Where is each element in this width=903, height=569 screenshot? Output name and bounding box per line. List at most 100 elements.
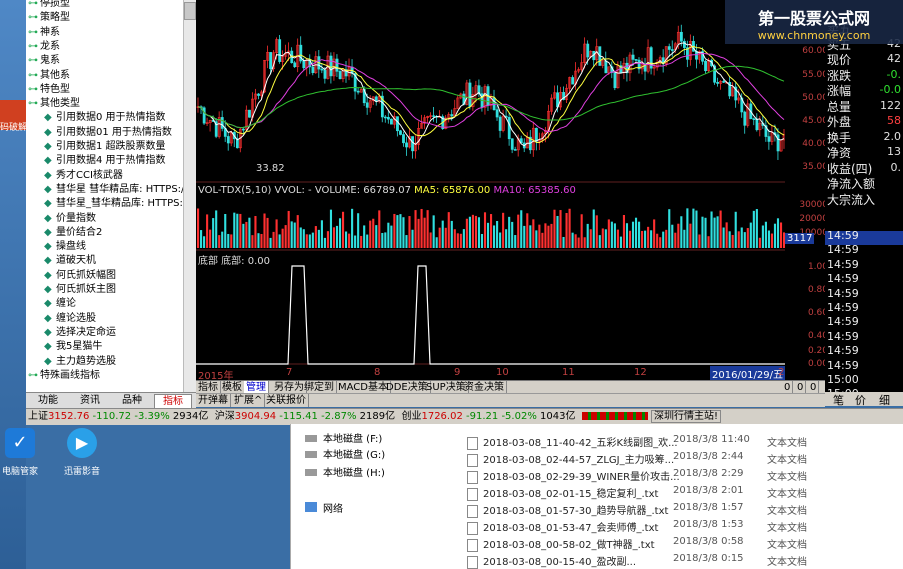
volume-bar bbox=[695, 210, 698, 248]
file-row[interactable]: 2018-03-08_02-29-39_WINER量价攻击... bbox=[467, 468, 680, 484]
quote-field-value: -0. bbox=[886, 67, 901, 81]
tree-item[interactable]: ◆ 引用数据0 用于热情指数 bbox=[44, 111, 166, 125]
server-status[interactable]: 深圳行情主站! bbox=[651, 410, 722, 423]
tree-item[interactable]: ◆ 我5星猫牛 bbox=[44, 340, 102, 354]
file-row[interactable]: 2018-03-08_00-15-40_盈改副... bbox=[467, 553, 636, 569]
volume-bar bbox=[381, 232, 384, 248]
indicator-icon: ◆ bbox=[44, 226, 52, 238]
tree-item[interactable]: ⊶ 神系 bbox=[28, 26, 60, 40]
tree-item[interactable]: ◆ 操盘线 bbox=[44, 240, 86, 254]
tree-item[interactable]: ◆ 引用数据01 用于热情指数 bbox=[44, 126, 172, 140]
tree-item[interactable]: ◆ 道破天机 bbox=[44, 254, 96, 268]
file-explorer: 本地磁盘 (F:) 本地磁盘 (G:) 本地磁盘 (H:) 网络 2018-03… bbox=[290, 424, 903, 569]
barrage-button[interactable]: 开弹幕 bbox=[196, 394, 231, 407]
volume-bar bbox=[287, 210, 290, 248]
tree-item-label: 特殊画线指标 bbox=[40, 369, 100, 381]
tree-item[interactable]: ⊶ 特色型 bbox=[28, 83, 70, 97]
tree-item[interactable]: ⊶ 龙系 bbox=[28, 40, 60, 54]
volume-bar bbox=[529, 225, 532, 248]
tree-item[interactable]: ◆ 彗华星 彗华精品库: HTTPS:/ bbox=[44, 183, 183, 197]
linked-quote-button[interactable]: 关联报价 bbox=[264, 394, 309, 407]
volume-bar bbox=[293, 222, 296, 248]
tree-item[interactable]: ◆ 价量指数 bbox=[44, 212, 96, 226]
volume-bar bbox=[254, 216, 257, 248]
tab-news[interactable]: 资讯 bbox=[72, 394, 108, 408]
volume-bar bbox=[221, 231, 224, 248]
desktop-background bbox=[0, 0, 26, 569]
volume-bar bbox=[369, 220, 372, 248]
desktop-icon-xunlei[interactable]: ▶ 迅雷影音 bbox=[58, 428, 106, 477]
shield-icon: ✓ bbox=[5, 428, 35, 458]
tree-scrollbar[interactable] bbox=[183, 0, 197, 392]
tree-item[interactable]: ⊶ 其他类型 bbox=[28, 97, 80, 111]
file-row[interactable]: 2018-03-08_11-40-42_五彩K线副图_欢... bbox=[467, 434, 678, 450]
volume-bar bbox=[755, 209, 758, 248]
chart-toolbar: 开弹幕 扩展^ 关联报价 bbox=[196, 393, 825, 407]
hs-change: -115.41 bbox=[279, 411, 318, 422]
volume-bar bbox=[305, 234, 308, 248]
tree-item[interactable]: ⊶ 策略型 bbox=[28, 11, 70, 25]
desktop-icon-pc-manager[interactable]: ✓ 电脑管家 bbox=[0, 428, 40, 477]
file-row[interactable]: 2018-03-08_01-57-30_趋势导航器_.txt bbox=[467, 502, 668, 518]
tab-symbols[interactable]: 品种 bbox=[114, 394, 150, 408]
candle-body bbox=[278, 39, 282, 62]
tab-trades[interactable]: 笔 bbox=[833, 392, 844, 408]
volume-bar bbox=[580, 214, 583, 248]
tree-item[interactable]: ◆ 何氏抓妖主图 bbox=[44, 283, 116, 297]
drive-item[interactable]: 本地磁盘 (G:) bbox=[305, 446, 385, 461]
expand-button[interactable]: 扩展^ bbox=[232, 394, 266, 407]
drive-item[interactable]: 本地磁盘 (H:) bbox=[305, 464, 385, 479]
candle-body bbox=[679, 31, 683, 42]
tree-item[interactable]: ◆ 引用数据4 用于热情指数 bbox=[44, 154, 166, 168]
volume-bar bbox=[674, 232, 677, 248]
volume-bar bbox=[363, 225, 366, 248]
file-row[interactable]: 2018-03-08_01-53-47_会卖师傅_.txt bbox=[467, 519, 658, 535]
tree-item[interactable]: ◆ 秀才CCI核武器 bbox=[44, 169, 123, 183]
volume-bar bbox=[601, 228, 604, 248]
volume-bar bbox=[378, 210, 381, 248]
volume-bar bbox=[535, 230, 538, 248]
file-name: 2018-03-08_02-44-57_ZLGJ_主力吸筹... bbox=[483, 455, 675, 466]
drive-item[interactable]: 本地磁盘 (F:) bbox=[305, 430, 382, 445]
tree-item[interactable]: ◆ 量价结合2 bbox=[44, 226, 102, 240]
tab-price[interactable]: 价 bbox=[855, 392, 866, 408]
volume-bar bbox=[447, 212, 450, 248]
quote-field-value: 122 bbox=[880, 98, 901, 112]
chart-area[interactable]: 33.82 VOL-TDX(5,10) VVOL: - VOLUME: 6678… bbox=[196, 0, 785, 380]
volume-bar bbox=[671, 224, 674, 248]
tree-item-label: 选择决定命运 bbox=[56, 326, 116, 338]
tree-scrollbar-thumb[interactable] bbox=[184, 2, 196, 20]
tree-item-label: 量价结合2 bbox=[56, 226, 103, 238]
file-row[interactable]: 2018-03-08_00-58-02_做T神器_.txt bbox=[467, 536, 655, 552]
drive-icon bbox=[305, 435, 317, 442]
candle-body bbox=[534, 127, 538, 142]
file-row[interactable]: 2018-03-08_02-44-57_ZLGJ_主力吸筹... bbox=[467, 451, 674, 467]
cy-value: 1726.02 bbox=[421, 411, 463, 422]
tab-detail[interactable]: 细 bbox=[879, 392, 890, 408]
candle-body bbox=[498, 116, 502, 131]
tab-functions[interactable]: 功能 bbox=[30, 394, 66, 408]
network-item[interactable]: 网络 bbox=[305, 500, 343, 515]
tree-item[interactable]: ⊶ 停损型 bbox=[28, 0, 70, 11]
tree-item[interactable]: ◆ 选择决定命运 bbox=[44, 326, 116, 340]
file-date: 2018/3/8 0:15 bbox=[673, 553, 744, 564]
candle-body bbox=[513, 149, 517, 151]
tree-item[interactable]: ◆ 引用数据1 超跌股票数量 bbox=[44, 140, 166, 154]
hs-value: 3904.94 bbox=[234, 411, 277, 422]
volume-bar bbox=[656, 233, 659, 248]
tree-item[interactable]: ◆ 主力趋势选股 bbox=[44, 355, 116, 369]
tree-item[interactable]: ⊶ 鬼系 bbox=[28, 54, 60, 68]
tree-item[interactable]: ◆ 彗华星_彗华精品库: HTTPS: bbox=[44, 197, 183, 211]
volume-bar bbox=[338, 218, 342, 248]
tick-time: 14:59 bbox=[827, 286, 859, 300]
file-row[interactable]: 2018-03-08_02-01-15_稳定复利_.txt bbox=[467, 485, 658, 501]
network-label: 网络 bbox=[323, 504, 343, 515]
tree-item-label: 我5星猫牛 bbox=[56, 341, 103, 353]
tree-item[interactable]: ◆ 缠论 bbox=[44, 297, 76, 311]
tree-item[interactable]: ⊶ 特殊画线指标 bbox=[28, 369, 100, 383]
tree-item[interactable]: ◆ 缠论选股 bbox=[44, 312, 96, 326]
tree-item[interactable]: ◆ 何氏抓妖幅图 bbox=[44, 269, 116, 283]
tree-item[interactable]: ⊶ 其他系 bbox=[28, 69, 70, 83]
volume-bar bbox=[348, 233, 351, 248]
file-type: 文本文档 bbox=[767, 557, 807, 568]
